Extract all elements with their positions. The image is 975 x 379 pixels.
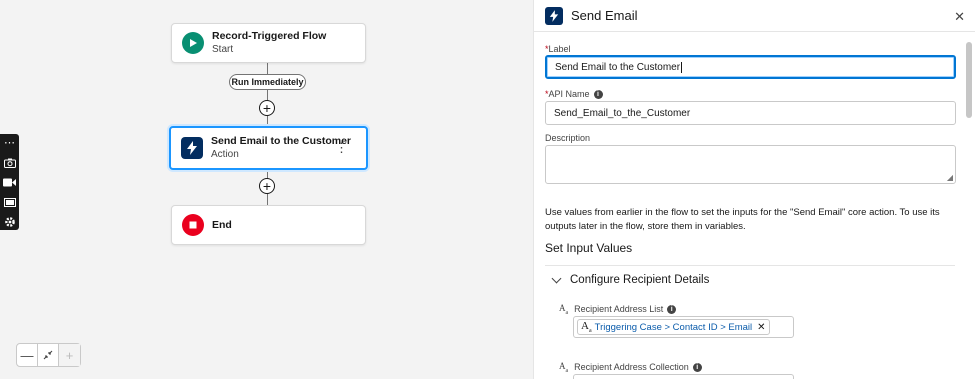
text-type-icon: Aa: [581, 319, 592, 335]
lightning-icon: [545, 6, 563, 25]
api-name-input[interactable]: Send_Email_to_the_Customer: [545, 101, 956, 125]
fit-to-view-button[interactable]: [38, 344, 59, 366]
info-icon[interactable]: i: [692, 362, 702, 372]
description-textarea[interactable]: ◢: [545, 145, 956, 184]
close-icon[interactable]: ✕: [954, 9, 965, 25]
run-immediately-label: Run Immediately: [229, 74, 306, 90]
chevron-down-icon: [551, 273, 562, 283]
help-text: Use values from earlier in the flow to s…: [545, 207, 940, 232]
panel-title: Send Email: [571, 8, 638, 23]
api-name-field-label: *API Name i: [545, 89, 603, 100]
gear-icon[interactable]: [0, 214, 19, 230]
remove-icon[interactable]: ✕: [757, 322, 765, 333]
description-field-label: Description: [545, 133, 591, 143]
set-input-values-heading: Set Input Values: [545, 241, 633, 255]
start-node[interactable]: Record-Triggered Flow Start: [171, 23, 366, 63]
properties-panel: Send Email ✕ *Label Send Email to the Cu…: [533, 0, 975, 379]
configure-recipient-section-toggle[interactable]: Configure Recipient Details: [551, 273, 710, 286]
lightning-icon: [181, 137, 203, 159]
camera-icon[interactable]: [0, 156, 19, 172]
label-field-label: *Label: [545, 44, 571, 54]
recording-toolbar: ⋯: [0, 134, 19, 230]
send-email-action-node[interactable]: Send Email to the Customer Action ⋮: [169, 126, 368, 170]
recipient-address-list-label: Aa Recipient Address List i: [559, 303, 677, 316]
node-title: Record-Triggered Flow: [212, 30, 327, 42]
video-icon[interactable]: [0, 175, 19, 191]
divider: [545, 265, 955, 266]
label-input[interactable]: Send Email to the Customer: [545, 55, 956, 79]
add-element-button[interactable]: +: [259, 100, 275, 116]
flow-canvas: Record-Triggered Flow Start Run Immediat…: [0, 0, 533, 379]
recipient-address-list-input[interactable]: Aa Triggering Case > Contact ID > Email …: [573, 316, 794, 338]
panel-header: Send Email ✕: [534, 0, 975, 32]
zoom-in-button[interactable]: +: [59, 344, 80, 366]
add-element-button[interactable]: +: [259, 178, 275, 194]
recipient-address-collection-input[interactable]: [573, 374, 794, 379]
play-icon: [182, 32, 204, 54]
end-node[interactable]: End: [171, 205, 366, 245]
screen-icon[interactable]: [0, 195, 19, 211]
node-subtitle: Action: [211, 149, 239, 160]
zoom-out-button[interactable]: —: [17, 344, 38, 366]
more-icon[interactable]: ⋯: [0, 136, 19, 152]
scrollbar[interactable]: [966, 42, 972, 118]
text-type-icon: Aa: [559, 303, 569, 316]
recipient-address-collection-label: Aa Recipient Address Collection i: [559, 361, 702, 374]
node-title: End: [212, 218, 232, 231]
more-actions-icon[interactable]: ⋮: [335, 141, 348, 155]
info-icon[interactable]: i: [593, 90, 603, 100]
info-icon[interactable]: i: [667, 304, 677, 314]
resource-pill[interactable]: Aa Triggering Case > Contact ID > Email …: [577, 319, 770, 335]
node-subtitle: Start: [212, 44, 234, 55]
node-title: Send Email to the Customer: [211, 135, 352, 147]
section-label: Configure Recipient Details: [570, 274, 710, 286]
stop-icon: [182, 214, 204, 236]
text-type-icon: Aa: [559, 361, 569, 374]
zoom-controls: — +: [16, 343, 81, 367]
resize-handle-icon[interactable]: ◢: [947, 174, 953, 182]
